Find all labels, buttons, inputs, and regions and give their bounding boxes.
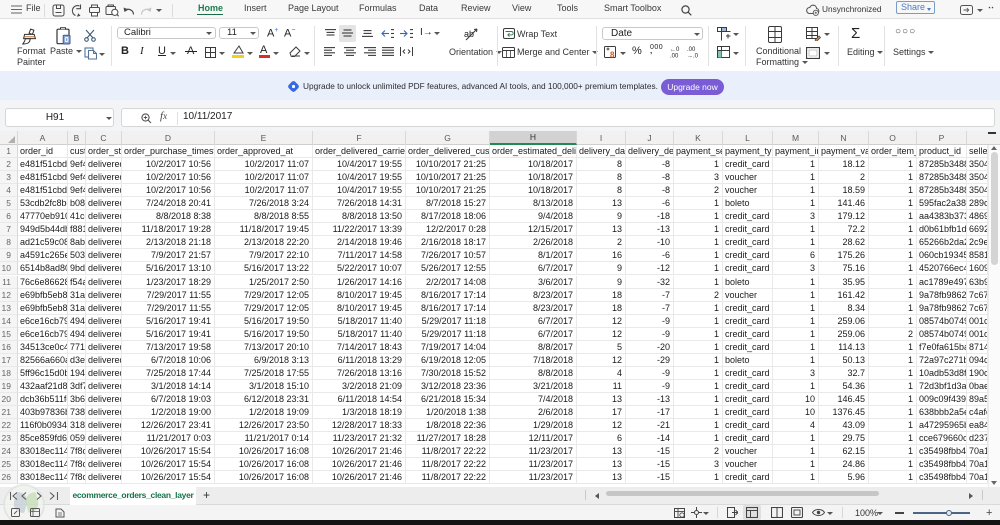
svg-text:←0: ←0 bbox=[670, 47, 680, 53]
svg-text:.00: .00 bbox=[670, 54, 679, 59]
svg-text:→.0: →.0 bbox=[687, 54, 699, 59]
svg-text:8: 8 bbox=[610, 51, 615, 60]
svg-text:.00: .00 bbox=[687, 47, 696, 53]
